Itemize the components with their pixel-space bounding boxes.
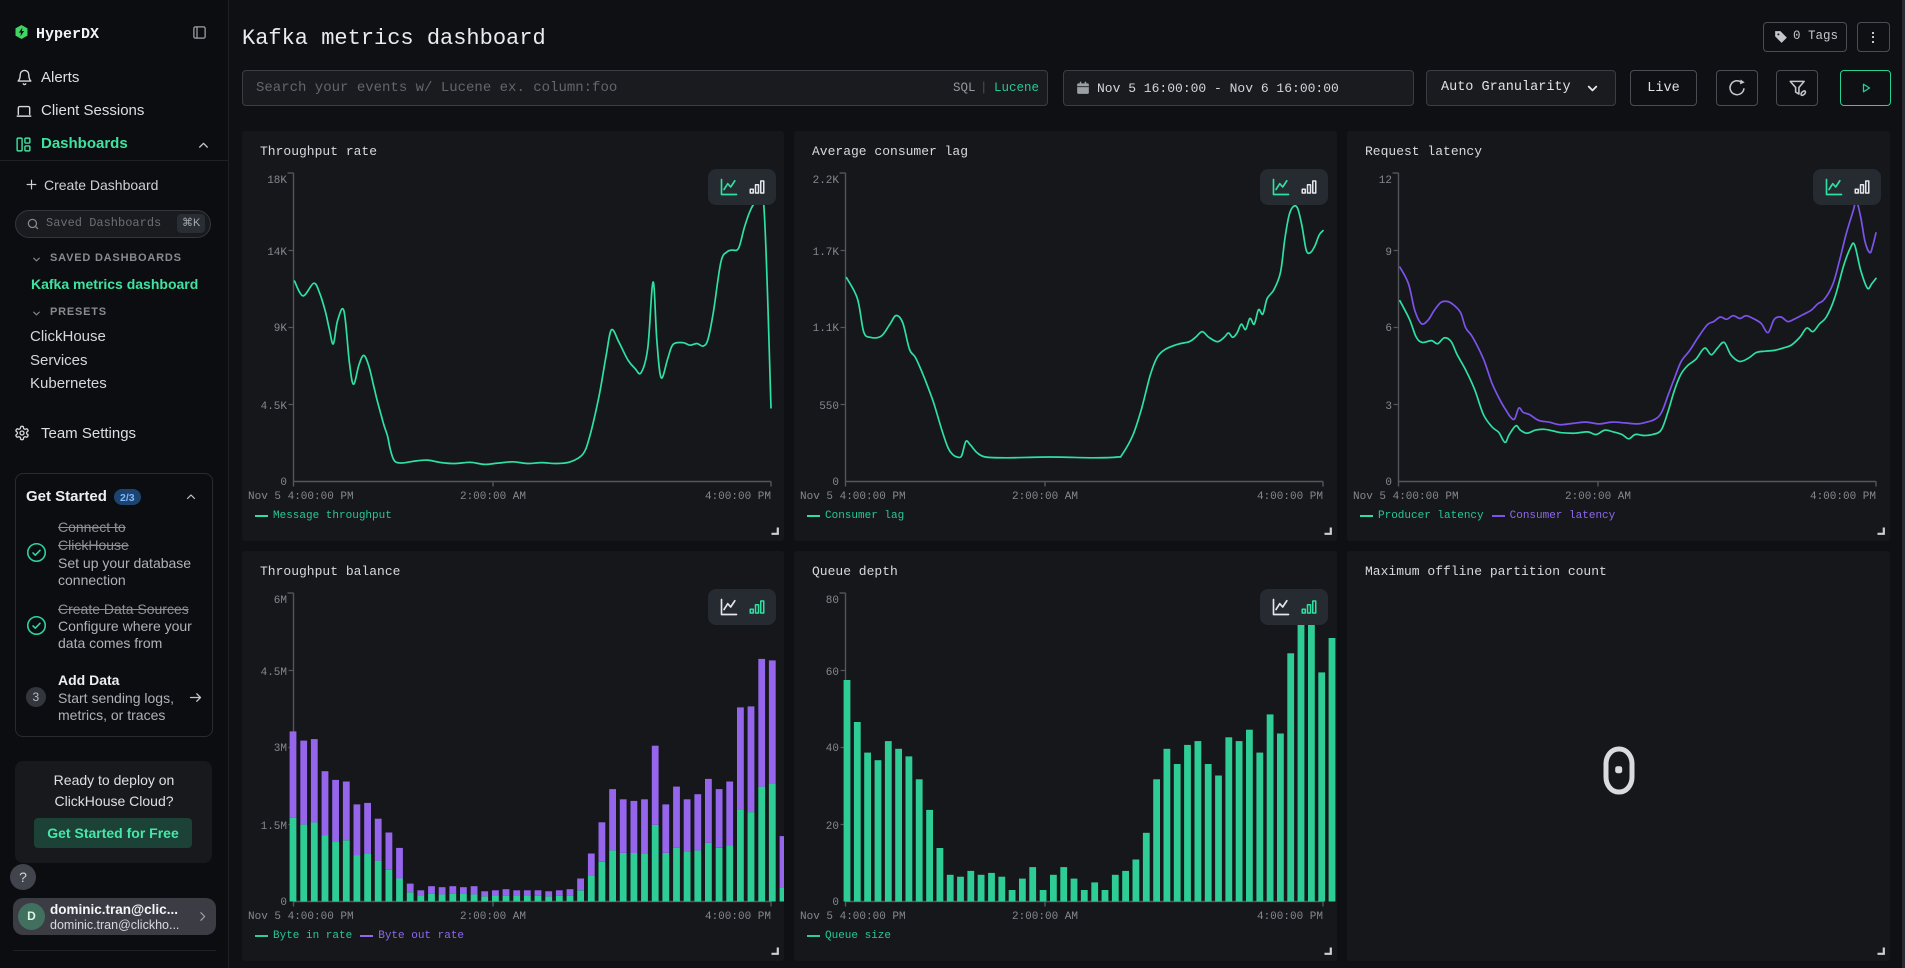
svg-text:60: 60 bbox=[826, 667, 839, 679]
svg-text:9K: 9K bbox=[274, 323, 288, 335]
svg-text:Nov 5 4:00:00 PM: Nov 5 4:00:00 PM bbox=[800, 491, 906, 503]
svg-text:6M: 6M bbox=[274, 595, 287, 607]
svg-text:4.5K: 4.5K bbox=[261, 401, 288, 413]
svg-text:4:00:00 PM: 4:00:00 PM bbox=[1257, 491, 1323, 503]
svg-text:9: 9 bbox=[1385, 247, 1392, 259]
svg-text:80: 80 bbox=[826, 595, 839, 607]
svg-text:4:00:00 PM: 4:00:00 PM bbox=[1257, 911, 1323, 923]
svg-text:0: 0 bbox=[832, 477, 839, 489]
svg-text:2:00:00 AM: 2:00:00 AM bbox=[1565, 491, 1631, 503]
svg-text:0: 0 bbox=[280, 897, 287, 909]
svg-text:Nov 5 4:00:00 PM: Nov 5 4:00:00 PM bbox=[248, 491, 354, 503]
svg-text:4:00:00 PM: 4:00:00 PM bbox=[705, 911, 771, 923]
svg-text:3M: 3M bbox=[274, 743, 287, 755]
svg-text:0: 0 bbox=[832, 897, 839, 909]
svg-text:40: 40 bbox=[826, 743, 839, 755]
svg-text:550: 550 bbox=[819, 401, 839, 413]
svg-text:14K: 14K bbox=[267, 247, 287, 259]
svg-text:1.7K: 1.7K bbox=[813, 247, 840, 259]
svg-text:Nov 5 4:00:00 PM: Nov 5 4:00:00 PM bbox=[800, 911, 906, 923]
svg-text:4:00:00 PM: 4:00:00 PM bbox=[1810, 491, 1876, 503]
svg-text:0: 0 bbox=[280, 477, 287, 489]
svg-text:4.5M: 4.5M bbox=[261, 667, 287, 679]
svg-text:Nov 5 4:00:00 PM: Nov 5 4:00:00 PM bbox=[248, 911, 354, 923]
svg-text:18K: 18K bbox=[267, 175, 287, 187]
svg-text:0: 0 bbox=[1385, 477, 1392, 489]
svg-text:1.1K: 1.1K bbox=[813, 323, 840, 335]
svg-text:4:00:00 PM: 4:00:00 PM bbox=[705, 491, 771, 503]
svg-text:3: 3 bbox=[1385, 401, 1392, 413]
svg-text:6: 6 bbox=[1385, 323, 1392, 335]
svg-text:Nov 5 4:00:00 PM: Nov 5 4:00:00 PM bbox=[1353, 491, 1459, 503]
svg-text:12: 12 bbox=[1379, 175, 1392, 187]
svg-text:2:00:00 AM: 2:00:00 AM bbox=[1012, 491, 1078, 503]
svg-text:2.2K: 2.2K bbox=[813, 175, 840, 187]
svg-text:1.5M: 1.5M bbox=[261, 821, 287, 833]
svg-text:20: 20 bbox=[826, 821, 839, 833]
svg-text:2:00:00 AM: 2:00:00 AM bbox=[460, 911, 526, 923]
svg-text:2:00:00 AM: 2:00:00 AM bbox=[460, 491, 526, 503]
svg-text:2:00:00 AM: 2:00:00 AM bbox=[1012, 911, 1078, 923]
